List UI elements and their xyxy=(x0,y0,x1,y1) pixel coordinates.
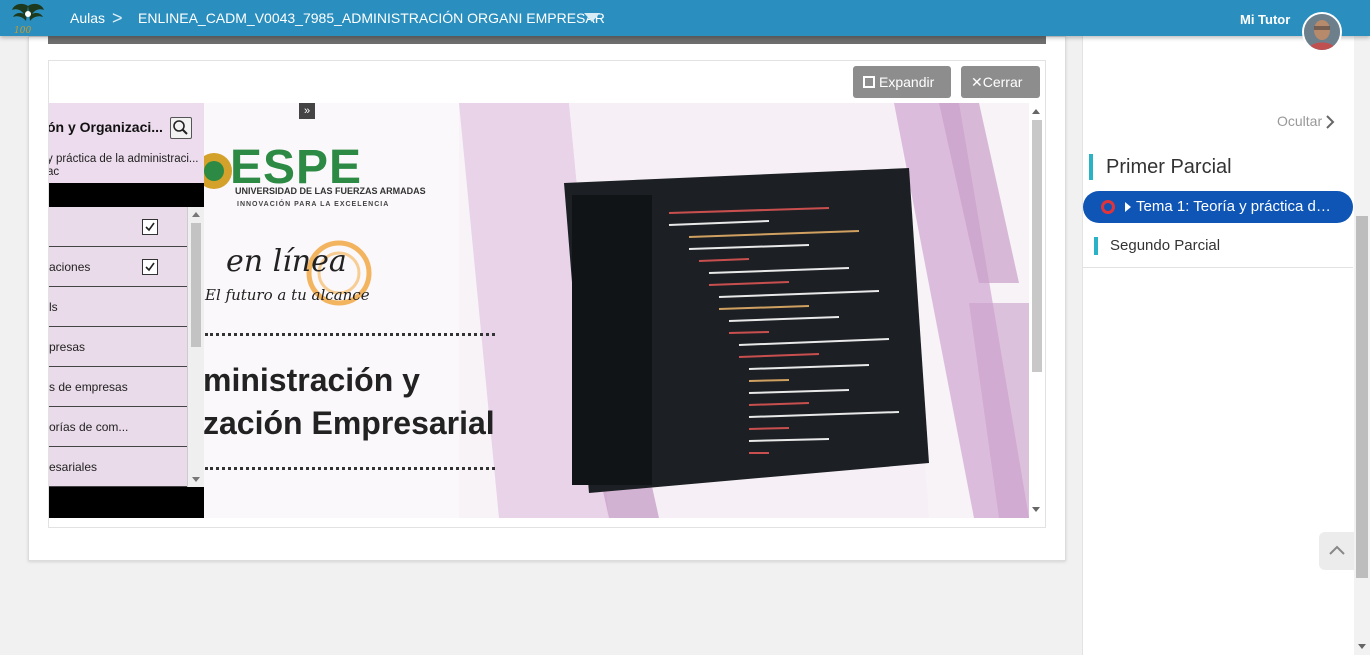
expand-label: Expandir xyxy=(879,74,935,90)
scroll-down-arrow[interactable] xyxy=(192,477,200,482)
scrollbar-thumb[interactable] xyxy=(191,223,201,347)
outline-item[interactable]: orías de com... xyxy=(49,407,187,447)
chevron-up-icon xyxy=(1329,545,1345,555)
breadcrumb-course-title[interactable]: ENLINEA_CADM_V0043_7985_ADMINISTRACIÓN O… xyxy=(138,0,605,36)
content-header-strip xyxy=(48,36,1046,44)
chevron-down-icon[interactable] xyxy=(584,13,600,22)
close-button[interactable]: ✕Cerrar xyxy=(961,66,1040,98)
outline-toolbar xyxy=(49,183,204,207)
dotted-divider xyxy=(205,333,495,336)
top-navbar: 100 Aulas > ENLINEA_CADM_V0043_7985_ADMI… xyxy=(0,0,1370,52)
outline-header: ón y Organizaci... y práctica de la admi… xyxy=(49,103,204,183)
scroll-up-arrow[interactable] xyxy=(1032,109,1040,114)
outline-item[interactable] xyxy=(49,207,187,247)
presentation-outline-panel: ón y Organizaci... y práctica de la admi… xyxy=(49,103,204,518)
page-scrollbar[interactable] xyxy=(1354,36,1370,655)
hide-panel-link[interactable]: Ocultar xyxy=(1277,113,1322,129)
slide-title-line2: zación Empresarial xyxy=(203,405,495,441)
dotted-divider xyxy=(205,467,495,470)
section-primer-parcial[interactable]: Primer Parcial xyxy=(1089,154,1349,180)
close-icon: ✕ xyxy=(971,74,983,90)
espe-tagline: INNOVACIÓN PARA LA EXCELENCIA xyxy=(237,201,390,208)
scrollbar-thumb[interactable] xyxy=(1356,216,1368,578)
breadcrumb-aulas[interactable]: Aulas xyxy=(70,0,105,36)
section-accent-bar xyxy=(1089,154,1093,180)
topic-label: Tema 1: Teoría y práctica de la administ… xyxy=(1136,198,1336,215)
checkbox-checked-icon[interactable] xyxy=(142,219,158,235)
scroll-down-arrow[interactable] xyxy=(1032,507,1040,512)
close-label: Cerrar xyxy=(982,74,1023,90)
svg-text:100: 100 xyxy=(14,26,31,36)
enlinea-tagline: El futuro a tu alcance xyxy=(205,286,370,304)
outline-item[interactable]: esariales xyxy=(49,447,187,487)
outline-item[interactable]: ls xyxy=(49,287,187,327)
outline-item[interactable]: s de empresas xyxy=(49,367,187,407)
my-tutor-link[interactable]: Mi Tutor xyxy=(1240,0,1290,36)
section-title: Primer Parcial xyxy=(1106,156,1232,178)
scroll-to-top-button[interactable] xyxy=(1319,532,1354,570)
scroll-up-arrow[interactable] xyxy=(192,212,200,217)
outline-item-label: esariales xyxy=(49,460,98,474)
outline-title: ón y Organizaci... xyxy=(49,119,163,135)
expand-button[interactable]: Expandir xyxy=(853,66,951,98)
outline-item-label: s de empresas xyxy=(49,380,128,394)
checkbox-checked-icon[interactable] xyxy=(142,259,158,275)
search-icon[interactable] xyxy=(170,117,192,139)
outline-item[interactable]: aciones xyxy=(49,247,187,287)
outline-subtitle: y práctica de la administraci... ac xyxy=(49,153,199,178)
enlinea-logo-text: en línea xyxy=(226,244,347,279)
breadcrumb-separator: > xyxy=(112,8,123,28)
fullscreen-icon xyxy=(863,76,875,88)
section-title: Segundo Parcial xyxy=(1110,237,1221,254)
outline-list: aciones ls presas s de empresas orías de… xyxy=(49,207,187,487)
slide-scrollbar[interactable] xyxy=(1029,103,1045,518)
active-topic-item[interactable]: Tema 1: Teoría y práctica de la administ… xyxy=(1083,191,1353,223)
scroll-down-arrow[interactable] xyxy=(1358,644,1366,649)
espe-university-name: UNIVERSIDAD DE LAS FUERZAS ARMADAS xyxy=(235,186,426,196)
outline-item[interactable]: presas xyxy=(49,327,187,367)
outline-item-label: ls xyxy=(49,300,58,314)
user-avatar-icon xyxy=(1304,14,1340,50)
progress-ring-icon xyxy=(1101,200,1115,214)
outline-scrollbar[interactable] xyxy=(187,207,204,487)
scrollbar-thumb[interactable] xyxy=(1032,120,1042,372)
slide-title-line1: ministración y xyxy=(203,362,420,398)
chevron-right-icon[interactable] xyxy=(1325,114,1335,130)
section-segundo-parcial[interactable]: Segundo Parcial xyxy=(1083,230,1353,268)
caret-right-icon xyxy=(1125,202,1131,212)
avatar[interactable] xyxy=(1302,12,1342,52)
institution-logo[interactable]: 100 xyxy=(8,0,48,36)
outline-item-label: orías de com... xyxy=(49,420,129,434)
outline-footer xyxy=(49,487,204,518)
outline-item-label: presas xyxy=(49,340,86,354)
toggle-sidebar-icon[interactable]: » xyxy=(299,103,315,119)
section-accent-bar xyxy=(1094,237,1098,255)
outline-item-label: aciones xyxy=(49,260,91,274)
